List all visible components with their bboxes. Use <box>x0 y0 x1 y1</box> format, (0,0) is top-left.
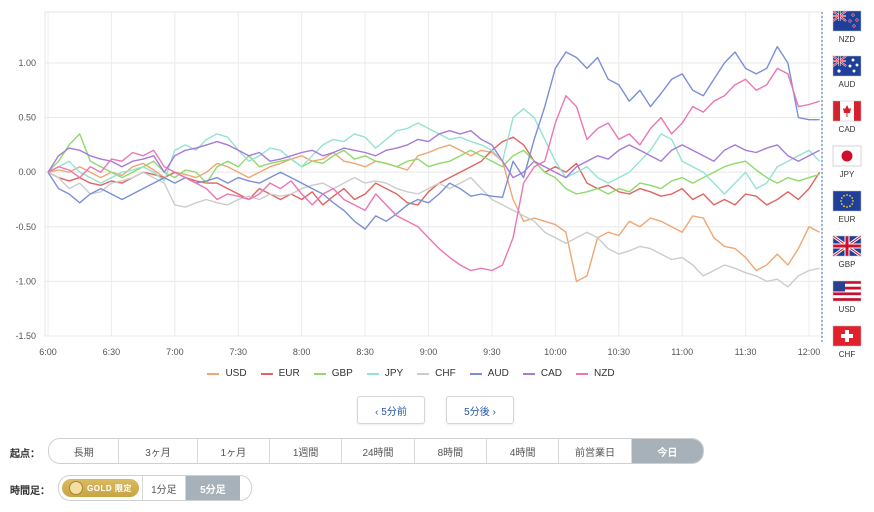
flag-label: EUR <box>839 215 856 224</box>
legend-item-jpy[interactable]: JPY <box>366 368 404 379</box>
flag-cad-icon[interactable] <box>832 100 862 122</box>
flag-aud-icon[interactable] <box>832 55 862 77</box>
legend-item-eur[interactable]: EUR <box>260 368 300 379</box>
legend-item-aud[interactable]: AUD <box>469 368 509 379</box>
legend-label: JPY <box>384 368 404 379</box>
legend-label: AUD <box>487 368 509 379</box>
legend-item-cad[interactable]: CAD <box>522 368 562 379</box>
legend-label: NZD <box>593 368 615 379</box>
fx-strength-chart: 1.00 0.50 0.00 -0.50 -1.00 -1.50 6:00 6:30 7:00… <box>15 10 862 359</box>
origin-option[interactable]: 今日 <box>630 439 703 463</box>
next-5min-button[interactable]: 5分後 › <box>446 396 514 424</box>
x-tick-label: 8:30 <box>356 347 374 357</box>
y-tick-label: -1.00 <box>15 276 36 286</box>
legend-label: CHF <box>435 368 456 379</box>
currency-flag-column: NZD AUD CAD JPY EUR GBP USD CHF <box>832 10 862 359</box>
origin-label: 起点： <box>10 449 40 460</box>
y-tick-label: 0.50 <box>18 113 36 123</box>
flag-label: JPY <box>840 170 855 179</box>
legend-item-usd[interactable]: USD <box>207 368 247 379</box>
series-line-cad <box>47 129 820 179</box>
legend-swatch <box>417 372 430 375</box>
legend-swatch <box>575 372 588 375</box>
timeframe-label: 時間足： <box>10 486 50 497</box>
x-tick-label: 7:30 <box>229 347 247 357</box>
y-axis-ticks: 1.00 0.50 0.00 -0.50 -1.00 -1.50 <box>15 58 36 341</box>
x-tick-label: 10:00 <box>544 347 567 357</box>
flag-nzd-icon[interactable] <box>832 10 862 32</box>
flag-label: USD <box>839 305 856 314</box>
legend-swatch <box>469 372 482 375</box>
flag-jpy-icon[interactable] <box>832 145 862 167</box>
y-tick-label: 1.00 <box>18 58 36 68</box>
y-tick-label: -0.50 <box>15 222 36 232</box>
legend-label: EUR <box>278 368 300 379</box>
x-tick-label: 7:00 <box>166 347 184 357</box>
legend-item-nzd[interactable]: NZD <box>575 368 615 379</box>
flag-gbp-icon[interactable] <box>832 234 862 258</box>
x-tick-label: 11:00 <box>671 347 693 357</box>
origin-option[interactable]: 1ヶ月 <box>196 439 269 463</box>
flag-label: CHF <box>839 350 856 359</box>
x-axis-ticks: 6:00 6:30 7:00 7:30 8:00 8:30 9:00 9:30 10:00 10:… <box>39 347 820 357</box>
series-line-jpy <box>47 108 821 195</box>
y-tick-label: -1.50 <box>15 331 36 341</box>
timeframe-option[interactable]: 5分足 <box>184 476 240 500</box>
series-line-chf <box>47 171 820 288</box>
flag-label: CAD <box>839 125 856 134</box>
origin-option[interactable]: 1週間 <box>268 439 341 463</box>
origin-option[interactable]: 8時間 <box>413 439 486 463</box>
series-line-gbp <box>47 133 820 195</box>
legend-swatch <box>522 372 535 375</box>
prev-5min-button[interactable]: ‹ 5分前 <box>357 396 425 424</box>
flag-label: GBP <box>839 260 856 269</box>
x-tick-label: 6:00 <box>39 347 57 357</box>
x-tick-label: 6:30 <box>103 347 121 357</box>
x-tick-label: 9:30 <box>483 347 501 357</box>
legend-swatch <box>207 372 220 375</box>
series-line-nzd <box>47 67 820 272</box>
chart-series <box>47 45 821 288</box>
flag-label: AUD <box>839 80 856 89</box>
legend-item-chf[interactable]: CHF <box>417 368 456 379</box>
x-tick-label: 8:00 <box>293 347 311 357</box>
flag-eur-icon[interactable] <box>832 190 862 212</box>
flag-label: NZD <box>839 35 856 44</box>
x-tick-label: 10:30 <box>607 347 630 357</box>
origin-option[interactable]: 3ヶ月 <box>118 439 196 463</box>
flag-chf-icon[interactable] <box>832 325 862 347</box>
gold-only-badge: GOLD 限定 <box>62 479 139 497</box>
timeframe-selector: GOLD 限定 1分足 5分足 <box>58 475 252 501</box>
flag-usd-icon[interactable] <box>832 280 862 302</box>
gold-coin-icon <box>69 481 83 495</box>
timeframe-option[interactable]: 1分足 <box>141 476 185 500</box>
origin-option[interactable]: 24時間 <box>341 439 413 463</box>
origin-option[interactable]: 長期 <box>49 439 118 463</box>
legend-label: CAD <box>540 368 562 379</box>
x-tick-label: 11:30 <box>735 347 757 357</box>
legend-label: USD <box>225 368 247 379</box>
y-tick-label: 0.00 <box>18 167 36 177</box>
origin-selector: 長期 3ヶ月 1ヶ月 1週間 24時間 8時間 4時間 前営業日 今日 <box>48 438 704 464</box>
x-tick-label: 12:00 <box>798 347 821 357</box>
legend-item-gbp[interactable]: GBP <box>313 368 353 379</box>
legend-swatch <box>260 372 273 375</box>
legend-label: GBP <box>331 368 353 379</box>
legend-swatch <box>366 372 379 375</box>
origin-option[interactable]: 前営業日 <box>558 439 630 463</box>
gold-only-label: GOLD 限定 <box>87 483 132 493</box>
x-tick-label: 9:00 <box>420 347 438 357</box>
legend-swatch <box>313 372 326 375</box>
origin-option[interactable]: 4時間 <box>486 439 558 463</box>
chart-legend: USD EUR GBP JPY CHF AUD CAD NZD <box>0 368 822 379</box>
